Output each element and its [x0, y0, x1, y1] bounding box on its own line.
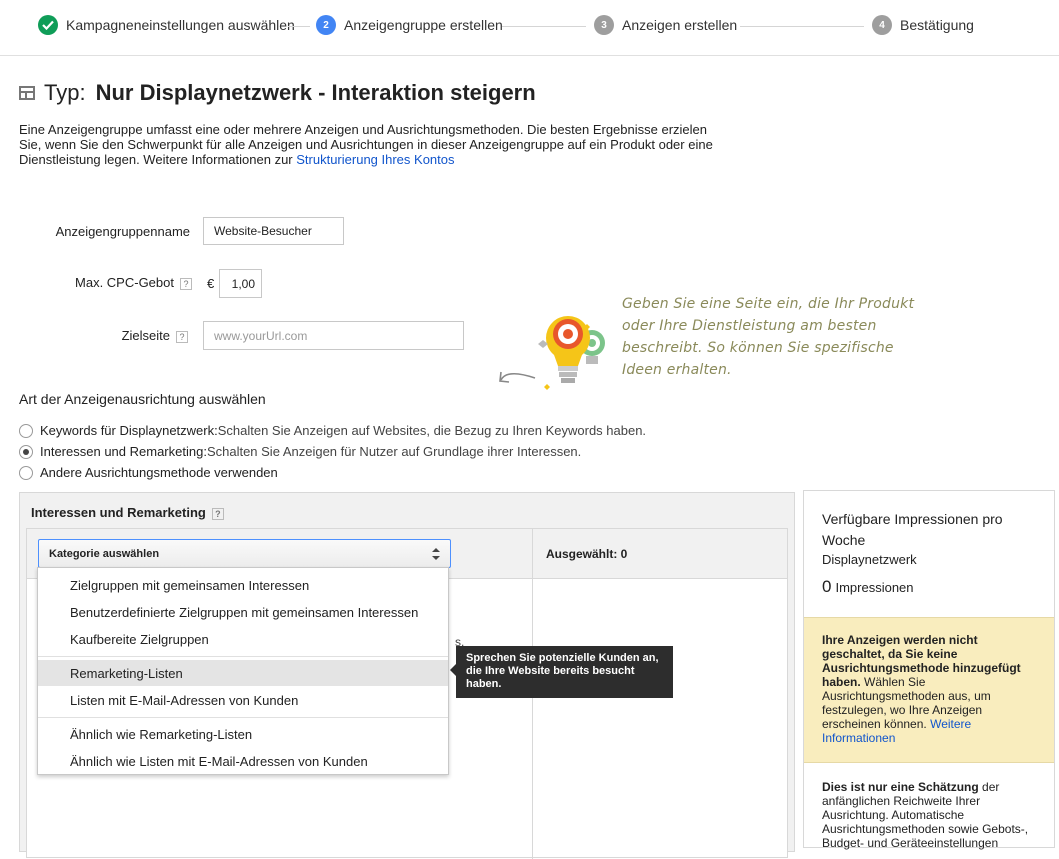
radio-keywords[interactable]: Keywords für Displaynetzwerk: Schalten S… — [19, 423, 646, 438]
step-2-number: 2 — [316, 15, 336, 35]
step-4[interactable]: 4 Bestätigung — [872, 14, 974, 36]
column-divider — [532, 579, 533, 859]
dropdown-item-in-market[interactable]: Kaufbereite Zielgruppen — [38, 626, 448, 652]
account-structure-link[interactable]: Strukturierung Ihres Kontos — [296, 152, 454, 167]
landing-page-hint: Geben Sie eine Seite ein, die Ihr Produk… — [622, 296, 915, 378]
title-prefix: Typ: — [44, 80, 86, 105]
dropdown-item-remarketing[interactable]: Remarketing-Listen — [38, 660, 448, 686]
targeting-heading: Art der Anzeigenausrichtung auswählen — [19, 391, 266, 407]
radio-interests-label: Interessen und Remarketing: — [40, 444, 207, 459]
help-icon[interactable]: ? — [211, 507, 224, 520]
dropdown-item-custom-affinity[interactable]: Benutzerdefinierte Zielgruppen mit gemei… — [38, 599, 448, 625]
landing-page-input[interactable]: www.yourUrl.com — [203, 321, 464, 350]
progress-stepper: Kampagneneinstellungen auswählen 2 Anzei… — [0, 0, 1059, 56]
impressions-count: 0 Impressionen — [822, 577, 914, 597]
help-icon[interactable]: ? — [176, 330, 188, 343]
radio-other[interactable]: Andere Ausrichtungsmethode verwenden — [19, 465, 278, 480]
checkmark-icon — [38, 15, 58, 35]
dropdown-item-affinity[interactable]: Zielgruppen mit gemeinsamen Interessen — [38, 572, 448, 598]
estimate-note: Dies ist nur eine Schätzung der anfängli… — [822, 780, 1040, 850]
landing-page-label-text: Zielseite — [121, 328, 170, 343]
category-dropdown-menu: Zielgruppen mit gemeinsamen Interessen B… — [37, 567, 449, 775]
interests-title-text: Interessen und Remarketing — [31, 505, 206, 520]
step-3[interactable]: 3 Anzeigen erstellen — [594, 14, 737, 36]
selected-count: Ausgewählt: 0 — [546, 547, 628, 561]
category-select[interactable]: Kategorie auswählen — [38, 539, 451, 568]
step-1-label: Kampagneneinstellungen auswählen — [66, 17, 295, 33]
step-4-number: 4 — [872, 15, 892, 35]
impressions-number: 0 — [822, 577, 832, 596]
lightbulb-idea-icon — [499, 316, 605, 390]
max-cpc-label: Max. CPC-Gebot? — [20, 275, 192, 290]
step-connector — [288, 26, 310, 27]
step-4-label: Bestätigung — [900, 17, 974, 33]
estimate-bold: Dies ist nur eine Schätzung — [822, 780, 979, 794]
impressions-sidebar: Verfügbare Impressionen pro Woche Displa… — [803, 490, 1055, 850]
step-connector — [740, 26, 864, 27]
radio-keywords-label: Keywords für Displaynetzwerk: — [40, 423, 218, 438]
radio-button[interactable] — [19, 423, 33, 438]
category-select-label: Kategorie auswählen — [49, 547, 160, 560]
dropdown-item-similar-remarketing[interactable]: Ähnlich wie Remarketing-Listen — [38, 721, 448, 747]
no-targeting-warning: Ihre Anzeigen werden nicht geschaltet, d… — [804, 617, 1054, 763]
network-label: Displaynetzwerk — [822, 552, 917, 567]
dropdown-item-customer-emails[interactable]: Listen mit E-Mail-Adressen von Kunden — [38, 687, 448, 713]
step-2-label: Anzeigengruppe erstellen — [344, 17, 503, 33]
interests-title: Interessen und Remarketing? — [31, 505, 224, 520]
impressions-title: Verfügbare Impressionen pro Woche — [822, 511, 1003, 548]
intro-text: Eine Anzeigengruppe umfasst eine oder me… — [19, 122, 719, 167]
page-title: Typ: Nur Displaynetzwerk - Interaktion s… — [19, 80, 536, 106]
max-cpc-input[interactable]: 1,00 — [219, 269, 262, 298]
radio-button[interactable] — [19, 465, 33, 480]
step-2[interactable]: 2 Anzeigengruppe erstellen — [316, 14, 503, 36]
campaign-type-title: Nur Displaynetzwerk - Interaktion steige… — [95, 80, 536, 105]
layout-icon — [19, 86, 35, 100]
dropdown-item-similar-emails[interactable]: Ähnlich wie Listen mit E-Mail-Adressen v… — [38, 748, 448, 774]
step-3-number: 3 — [594, 15, 614, 35]
radio-keywords-desc: Schalten Sie Anzeigen auf Websites, die … — [217, 423, 647, 438]
remarketing-tooltip: Sprechen Sie potenzielle Kunden an, die … — [450, 646, 673, 698]
help-icon[interactable]: ? — [180, 277, 192, 290]
dropdown-separator — [38, 717, 448, 718]
adgroup-name-label: Anzeigengruppenname — [55, 224, 190, 239]
radio-button-selected[interactable] — [19, 444, 33, 459]
landing-page-label: Zielseite? — [20, 328, 188, 343]
currency-symbol: € — [207, 276, 215, 291]
impressions-unit: Impressionen — [835, 580, 914, 595]
selected-header: Ausgewählt: 0 — [532, 529, 787, 579]
step-connector — [502, 26, 586, 27]
dropdown-separator — [38, 656, 448, 657]
radio-other-label: Andere Ausrichtungsmethode verwenden — [40, 465, 278, 480]
step-3-label: Anzeigen erstellen — [622, 17, 738, 33]
select-arrows-icon — [432, 548, 440, 560]
max-cpc-label-text: Max. CPC-Gebot — [75, 275, 174, 290]
radio-interests-desc: Schalten Sie Anzeigen für Nutzer auf Gru… — [206, 444, 582, 459]
step-1[interactable]: Kampagneneinstellungen auswählen — [38, 14, 295, 36]
radio-interests[interactable]: Interessen und Remarketing: Schalten Sie… — [19, 444, 581, 459]
adgroup-name-input[interactable]: Website-Besucher — [203, 217, 344, 245]
